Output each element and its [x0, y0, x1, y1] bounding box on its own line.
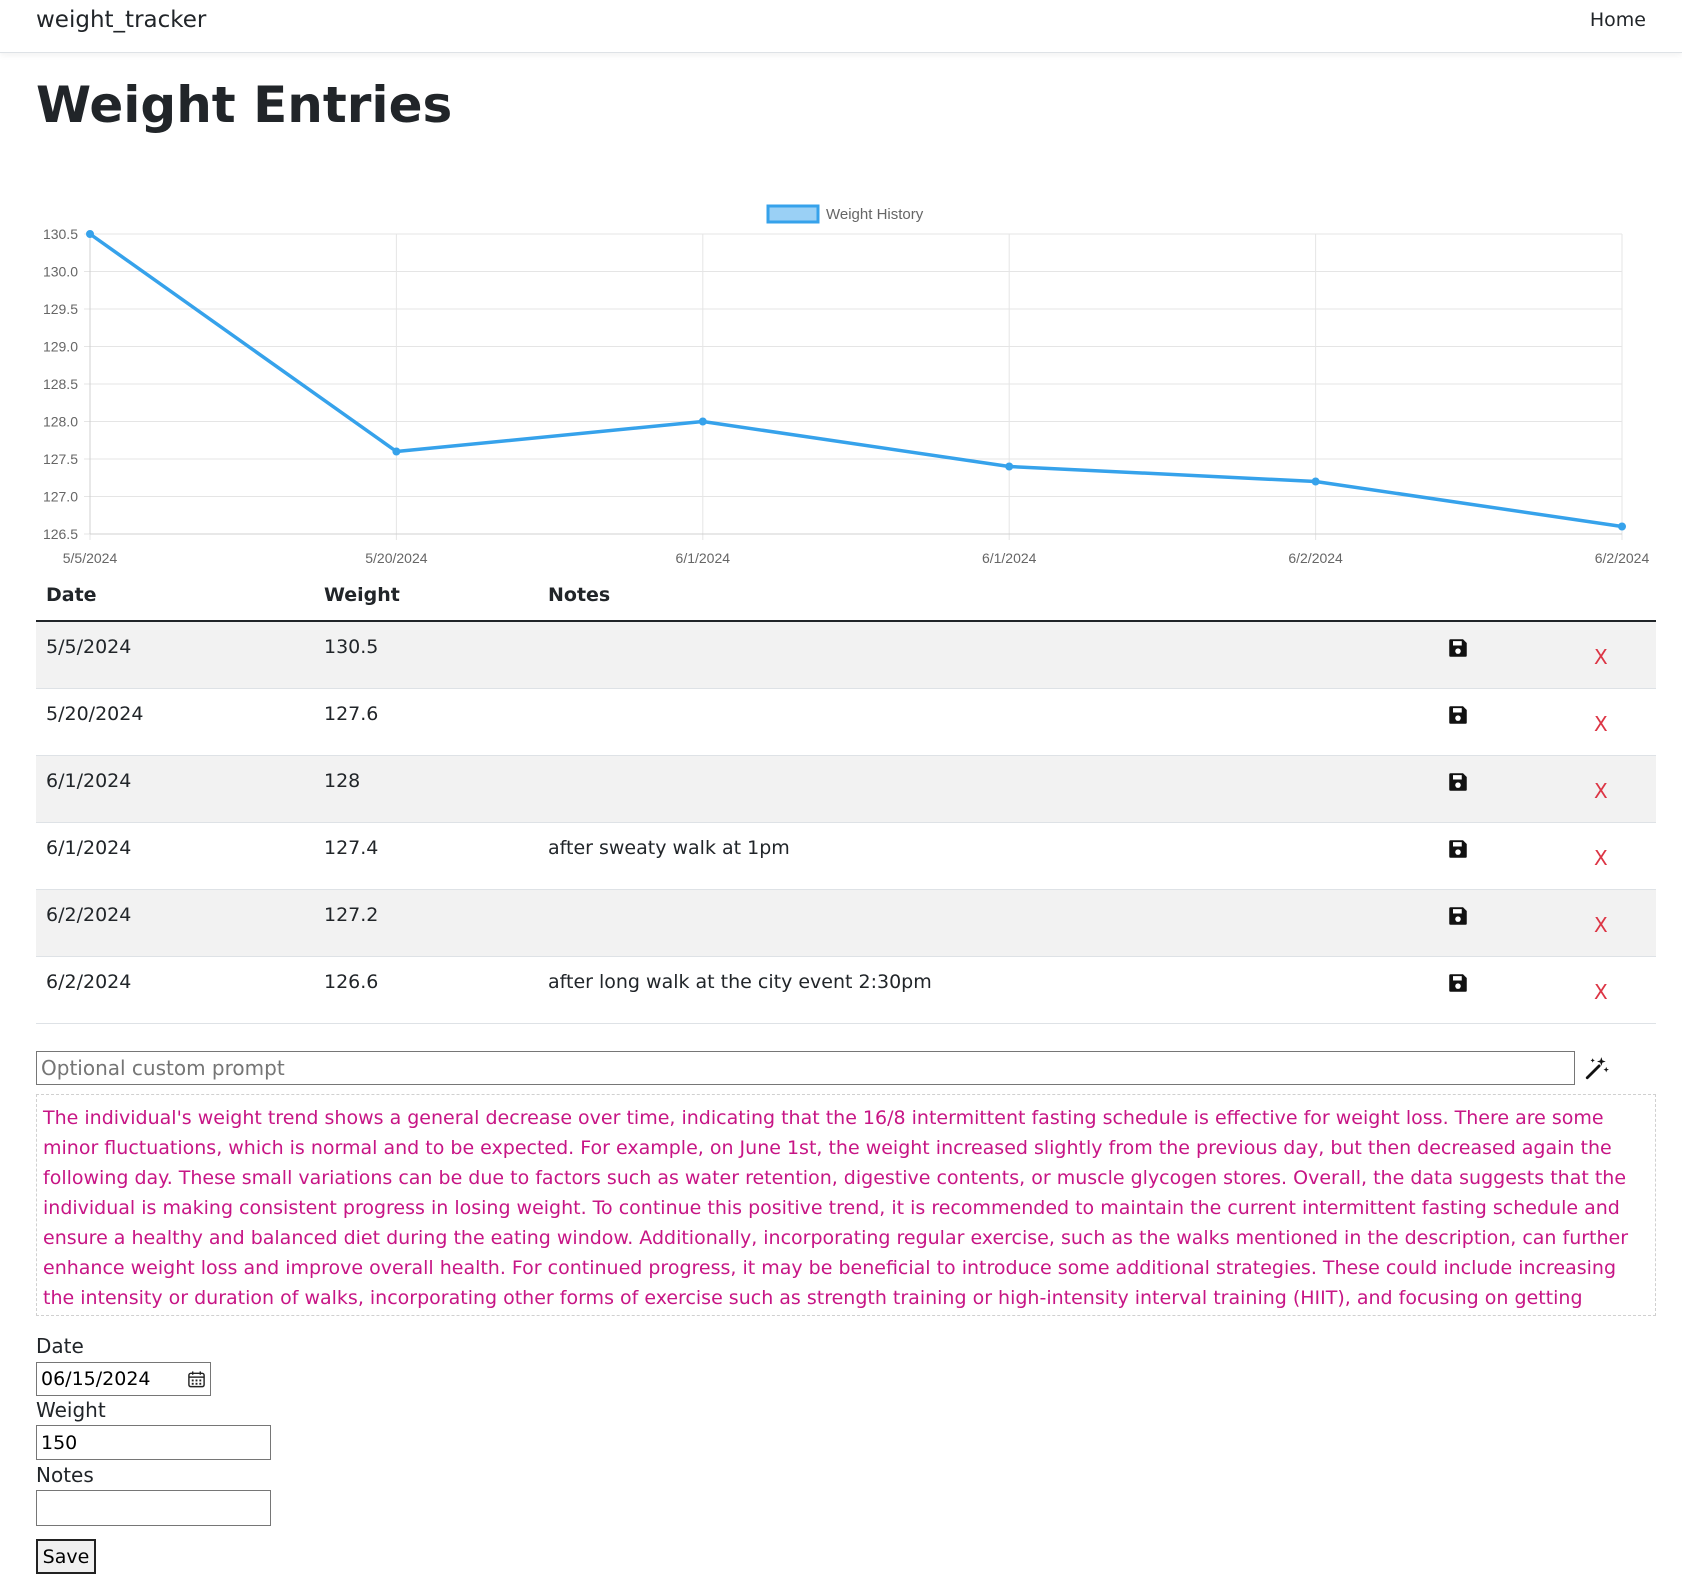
cell-notes — [538, 621, 1438, 689]
delete-button[interactable]: X — [1594, 980, 1608, 1004]
notes-label: Notes — [36, 1463, 94, 1487]
y-tick-label: 129.0 — [43, 339, 78, 355]
delete-button[interactable]: X — [1594, 846, 1608, 870]
cell-save — [1438, 755, 1548, 823]
cell-notes: after sweaty walk at 1pm — [538, 822, 1438, 890]
y-tick-label: 127.5 — [43, 451, 78, 467]
nav-home-link[interactable]: Home — [1590, 9, 1646, 31]
table-row: 5/20/2024 127.6 X — [36, 688, 1656, 756]
cell-weight: 128 — [314, 755, 538, 823]
cell-save — [1438, 822, 1548, 890]
date-input[interactable]: 06/15/2024 — [36, 1362, 211, 1396]
cell-delete: X — [1548, 688, 1656, 756]
legend-label: Weight History — [826, 206, 924, 223]
cell-delete: X — [1548, 889, 1656, 957]
cell-weight: 127.6 — [314, 688, 538, 756]
cell-date: 6/2/2024 — [36, 889, 314, 957]
cell-save — [1438, 688, 1548, 756]
table-header-row: Date Weight Notes — [36, 570, 1656, 622]
magic-wand-icon[interactable] — [1584, 1055, 1610, 1081]
table-row: 5/5/2024 130.5 X — [36, 621, 1656, 689]
data-point — [1618, 522, 1626, 531]
navbar: weight_tracker Home — [0, 0, 1682, 53]
page-title: Weight Entries — [36, 76, 453, 134]
data-point — [392, 447, 401, 456]
table-row: 6/2/2024 126.6 after long walk at the city… — [36, 956, 1656, 1024]
x-tick-label: 6/1/2024 — [982, 550, 1037, 566]
y-tick-label: 126.5 — [43, 526, 78, 542]
table-row: 6/1/2024 127.4 after sweaty walk at 1pm X — [36, 822, 1656, 890]
column-header-save — [1438, 570, 1548, 622]
legend-swatch — [766, 204, 820, 224]
x-tick-label: 6/1/2024 — [676, 550, 731, 566]
cell-date: 6/1/2024 — [36, 822, 314, 890]
y-tick-label: 129.5 — [43, 301, 78, 317]
brand-link[interactable]: weight_tracker — [36, 7, 206, 33]
data-point — [698, 417, 707, 426]
y-tick-label: 128.0 — [43, 414, 78, 430]
data-point — [86, 230, 94, 238]
cell-delete: X — [1548, 621, 1656, 689]
notes-input[interactable] — [36, 1490, 271, 1526]
delete-button[interactable]: X — [1594, 779, 1608, 803]
cell-notes — [538, 889, 1438, 957]
ai-analysis-text: The individual's weight trend shows a ge… — [36, 1094, 1656, 1316]
cell-notes — [538, 688, 1438, 756]
date-label: Date — [36, 1334, 84, 1358]
weight-input[interactable] — [36, 1425, 271, 1460]
floppy-disk-icon[interactable] — [1448, 973, 1470, 995]
x-tick-label: 5/5/2024 — [63, 550, 118, 566]
cell-weight: 127.4 — [314, 822, 538, 890]
cell-delete: X — [1548, 755, 1656, 823]
cell-delete: X — [1548, 956, 1656, 1024]
y-tick-label: 127.0 — [43, 489, 78, 505]
cell-notes — [538, 755, 1438, 823]
column-header-date: Date — [36, 570, 314, 622]
floppy-disk-icon[interactable] — [1448, 839, 1470, 861]
cell-date: 5/20/2024 — [36, 688, 314, 756]
cell-weight: 130.5 — [314, 621, 538, 689]
cell-notes: after long walk at the city event 2:30pm — [538, 956, 1438, 1024]
y-tick-label: 130.0 — [43, 264, 78, 280]
column-header-notes: Notes — [538, 570, 1438, 622]
cell-save — [1438, 889, 1548, 957]
cell-date: 6/1/2024 — [36, 755, 314, 823]
floppy-disk-icon[interactable] — [1448, 772, 1470, 794]
y-tick-label: 128.5 — [43, 376, 78, 392]
column-header-delete — [1548, 570, 1656, 622]
delete-button[interactable]: X — [1594, 645, 1608, 669]
cell-weight: 127.2 — [314, 889, 538, 957]
x-tick-label: 6/2/2024 — [1595, 550, 1650, 566]
floppy-disk-icon[interactable] — [1448, 906, 1470, 928]
floppy-disk-icon[interactable] — [1448, 705, 1470, 727]
cell-save — [1438, 956, 1548, 1024]
delete-button[interactable]: X — [1594, 913, 1608, 937]
data-point — [1005, 462, 1014, 471]
table-row: 6/1/2024 128 X — [36, 755, 1656, 823]
cell-save — [1438, 621, 1548, 689]
table-row: 6/2/2024 127.2 X — [36, 889, 1656, 957]
save-entry-button[interactable]: Save — [36, 1539, 96, 1574]
y-tick-label: 130.5 — [43, 226, 78, 242]
custom-prompt-input[interactable] — [36, 1051, 1575, 1085]
x-tick-label: 6/2/2024 — [1288, 550, 1343, 566]
series-line — [88, 232, 1623, 529]
data-point — [1311, 477, 1320, 486]
floppy-disk-icon[interactable] — [1448, 638, 1470, 660]
cell-weight: 126.6 — [314, 956, 538, 1024]
weight-history-chart: 126.5 127.0 127.5 128.0 128.5 129.0 129.5 130.0… — [43, 204, 1650, 566]
x-tick-label: 5/20/2024 — [365, 550, 427, 566]
cell-date: 5/5/2024 — [36, 621, 314, 689]
calendar-icon[interactable] — [187, 1370, 206, 1389]
cell-delete: X — [1548, 822, 1656, 890]
weight-label: Weight — [36, 1398, 106, 1422]
cell-date: 6/2/2024 — [36, 956, 314, 1024]
entries-table: Date Weight Notes 5/5/2024 130.5 X 5/20/202… — [36, 570, 1656, 1024]
column-header-weight: Weight — [314, 570, 538, 622]
delete-button[interactable]: X — [1594, 712, 1608, 736]
date-value: 06/15/2024 — [41, 1368, 151, 1390]
